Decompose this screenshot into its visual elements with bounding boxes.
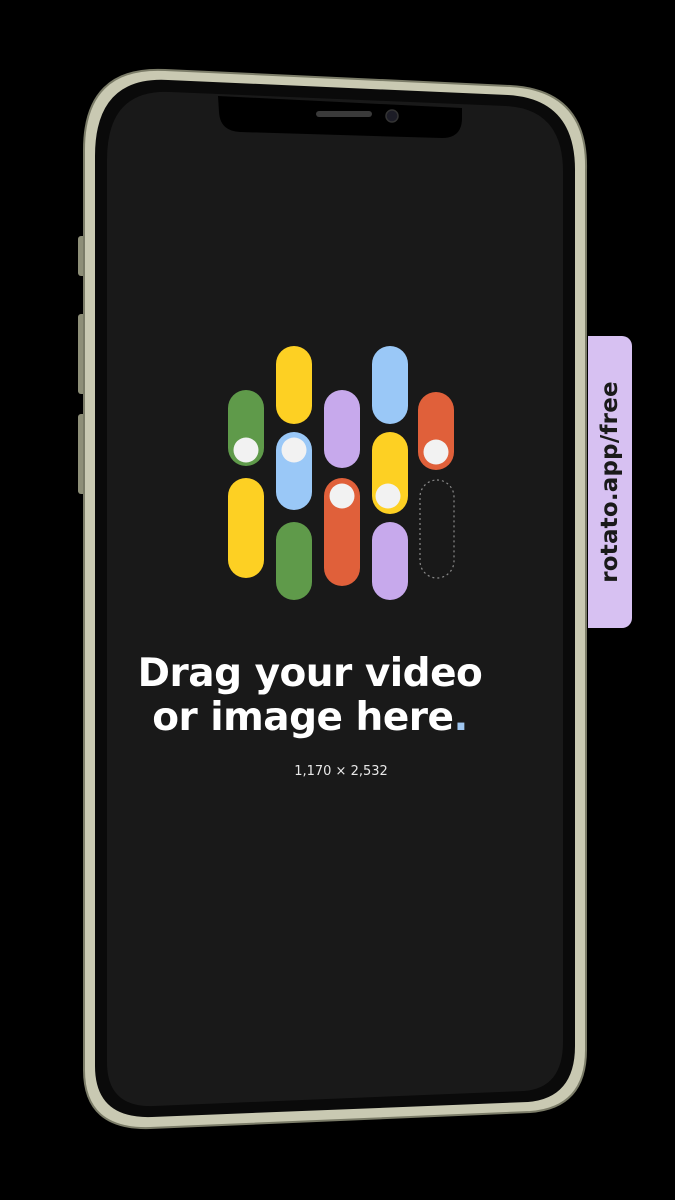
toggle-knob (233, 437, 259, 463)
pill-purple (324, 390, 360, 468)
toggle-knob (423, 439, 449, 465)
pill-green (276, 522, 312, 600)
promo-side-tab-label-wrap[interactable]: rotato.app/free (588, 336, 632, 628)
promo-side-tab-label[interactable]: rotato.app/free (597, 381, 623, 583)
pill-purple (372, 522, 408, 600)
toggle-knob (281, 437, 307, 463)
speaker-grille (316, 111, 372, 117)
pill-yellow (228, 478, 264, 578)
dropzone-headline: Drag your video or image here. (0, 652, 620, 740)
front-camera (385, 109, 399, 123)
toggle-knob (375, 483, 401, 509)
headline-line-2: or image here. (0, 696, 620, 740)
screen (107, 91, 564, 1107)
headline-line-1: Drag your video (137, 651, 483, 696)
resolution-label: 1,170 × 2,532 (294, 764, 388, 779)
phone-mockup (78, 68, 588, 1130)
headline-line-2-text: or image here (152, 695, 454, 740)
pill-blue (372, 346, 408, 424)
pill-yellow (276, 346, 312, 424)
headline-dot: . (453, 695, 468, 740)
toggle-knob (329, 483, 355, 509)
